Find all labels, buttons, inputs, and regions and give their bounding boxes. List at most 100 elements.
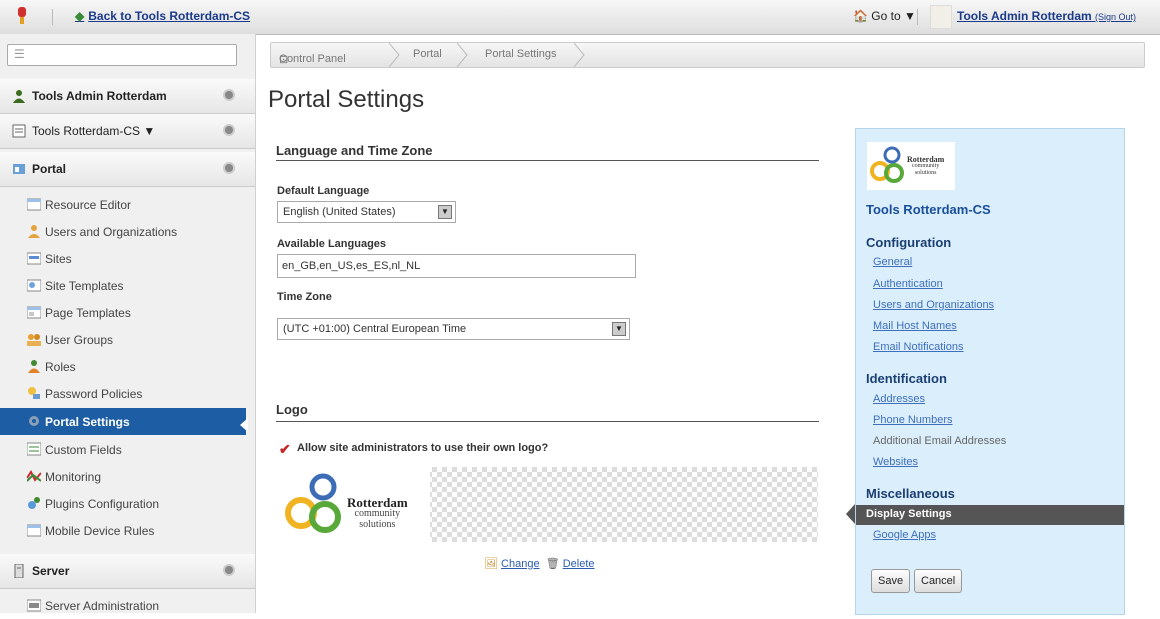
gear-icon[interactable] <box>225 126 233 134</box>
back-arrow-icon: ◆ <box>75 9 85 23</box>
sidebar-portal-label: Portal <box>32 162 67 176</box>
breadcrumb-portal-settings[interactable]: Portal Settings <box>485 48 557 60</box>
sidebar-item-server-administration[interactable]: Server Administration <box>0 592 246 619</box>
cancel-button[interactable]: Cancel <box>914 569 963 593</box>
sidebar-item-resource-editor[interactable]: Resource Editor <box>0 191 246 218</box>
sidebar-site-row[interactable]: Tools Rotterdam-CS ▼ <box>0 114 255 149</box>
default-language-select[interactable]: English (United States) ▼ <box>277 201 456 223</box>
nav-link-mail-host-names[interactable]: Mail Host Names <box>873 320 957 332</box>
top-dock: ◆ Back to Tools Rotterdam-CS 🏠 Go to ▼ To… <box>0 0 1160 35</box>
settings-navigation-panel: Rotterdam community solutions Tools Rott… <box>855 128 1125 615</box>
liferay-logo-icon[interactable] <box>16 7 28 30</box>
section-language-title: Language and Time Zone <box>276 143 433 158</box>
sidebar-item-label: Roles <box>45 360 76 374</box>
logo-wordmark-line: solutions <box>914 170 937 176</box>
sidebar-server-header[interactable]: Server <box>0 554 255 589</box>
users-icon <box>27 224 41 238</box>
breadcrumb-label: Control Panel <box>279 53 346 65</box>
default-language-value: English (United States) <box>283 206 396 218</box>
available-languages-field[interactable]: en_GB,en_US,es_ES,nl_NL <box>277 254 636 278</box>
sidebar-item-mobile-rules[interactable]: Mobile Device Rules <box>0 517 246 544</box>
site-icon <box>12 124 26 141</box>
sidebar-site-label: Tools Rotterdam-CS ▼ <box>32 124 156 138</box>
nav-link-authentication[interactable]: Authentication <box>873 278 943 290</box>
sidebar-item-sites[interactable]: Sites <box>0 245 246 272</box>
chevron-down-icon: ▼ <box>612 322 626 336</box>
sidebar-item-plugins[interactable]: Plugins Configuration <box>0 490 246 517</box>
breadcrumb-chevron-icon <box>574 43 586 67</box>
sidebar-item-label: Resource Editor <box>45 198 132 212</box>
delete-logo-link[interactable]: Delete <box>563 558 595 570</box>
go-to-menu[interactable]: 🏠 Go to ▼ <box>853 9 916 23</box>
nav-link-google-apps[interactable]: Google Apps <box>873 529 936 541</box>
breadcrumb-chevron-icon <box>457 43 469 67</box>
sidebar-item-users[interactable]: Users and Organizations <box>0 218 246 245</box>
change-logo-link[interactable]: Change <box>501 558 540 570</box>
server-icon <box>12 563 26 581</box>
logo-preview: Rotterdam community solutions <box>277 467 818 542</box>
site-logo: Rotterdam community solutions <box>867 142 955 190</box>
portal-icon <box>12 162 26 179</box>
miscellaneous-header: Miscellaneous <box>866 486 955 501</box>
user-groups-icon <box>27 332 41 346</box>
back-link[interactable]: ◆ Back to Tools Rotterdam-CS <box>75 9 250 23</box>
gear-icon[interactable] <box>225 164 233 172</box>
sidebar-item-page-templates[interactable]: Page Templates <box>0 299 246 326</box>
sidebar-item-user-groups[interactable]: User Groups <box>0 326 246 353</box>
nav-link-phone-numbers[interactable]: Phone Numbers <box>873 414 953 426</box>
sidebar-item-site-templates[interactable]: Site Templates <box>0 272 246 299</box>
sidebar-portal-header[interactable]: Portal <box>0 152 255 187</box>
gear-icon[interactable] <box>225 566 233 574</box>
avatar[interactable] <box>930 5 952 29</box>
sidebar-item-password-policies[interactable]: Password Policies <box>0 380 246 407</box>
sidebar-item-label: Mobile Device Rules <box>45 524 155 538</box>
logo-wordmark-line: Rotterdam <box>907 155 945 164</box>
sidebar-item-roles[interactable]: Roles <box>0 353 246 380</box>
section-logo-title: Logo <box>276 402 308 417</box>
nav-link-additional-emails[interactable]: Additional Email Addresses <box>873 435 1006 447</box>
logo-rings-icon <box>285 473 341 533</box>
home-icon: 🏠 <box>853 9 868 23</box>
save-button[interactable]: Save <box>871 569 911 593</box>
custom-fields-icon <box>26 442 42 456</box>
sidebar-user-row[interactable]: Tools Admin Rotterdam <box>0 79 255 114</box>
configuration-header: Configuration <box>866 235 952 250</box>
nav-item-display-settings[interactable]: Display Settings <box>856 505 1124 525</box>
nav-link-users-organizations[interactable]: Users and Organizations <box>873 299 994 311</box>
change-icon: 🖼 <box>484 558 498 570</box>
logo-wordmark-line: community <box>354 508 401 519</box>
time-zone-select[interactable]: (UTC +01:00) Central European Time ▼ <box>277 318 630 340</box>
nav-link-addresses[interactable]: Addresses <box>873 393 925 405</box>
roles-icon <box>27 359 41 373</box>
sidebar-item-monitoring[interactable]: Monitoring <box>0 463 246 490</box>
nav-link-general[interactable]: General <box>873 256 912 268</box>
page-title: Portal Settings <box>268 86 425 113</box>
mobile-rules-icon <box>26 523 42 537</box>
sidebar-item-label: Site Templates <box>45 279 124 293</box>
sidebar-item-custom-fields[interactable]: Custom Fields <box>0 436 246 463</box>
page-templates-icon <box>26 305 42 319</box>
active-item-notch <box>240 418 248 432</box>
breadcrumb: ⊡ Control Panel Portal Portal Settings <box>270 42 1145 68</box>
gear-icon[interactable] <box>225 91 233 99</box>
nav-link-websites[interactable]: Websites <box>873 456 918 468</box>
sign-out-link[interactable]: (Sign Out) <box>1095 12 1136 22</box>
site-name: Tools Rotterdam-CS <box>866 202 991 217</box>
control-panel-sidebar: ☰ Tools Admin Rotterdam Tools Rotterdam-… <box>0 34 256 613</box>
nav-item-label: Display Settings <box>866 508 952 520</box>
logo-rings-icon <box>870 146 904 183</box>
go-to-label: Go to ▼ <box>871 9 916 23</box>
sidebar-item-label: User Groups <box>45 333 114 347</box>
sidebar-item-portal-settings[interactable]: Portal Settings <box>0 408 246 435</box>
logo-wordmark-line: solutions <box>359 519 396 530</box>
search-input[interactable]: ☰ <box>7 44 237 66</box>
user-menu[interactable]: Tools Admin Rotterdam (Sign Out) <box>957 9 1136 23</box>
allow-logo-checkbox[interactable]: ✔ <box>279 442 291 456</box>
default-language-label: Default Language <box>277 185 370 197</box>
sidebar-item-label: Portal Settings <box>45 415 130 429</box>
password-policies-icon <box>27 386 41 400</box>
nav-link-email-notifications[interactable]: Email Notifications <box>873 341 963 353</box>
dock-separator <box>52 9 53 25</box>
section-divider <box>276 160 819 161</box>
breadcrumb-portal[interactable]: Portal <box>413 48 442 60</box>
